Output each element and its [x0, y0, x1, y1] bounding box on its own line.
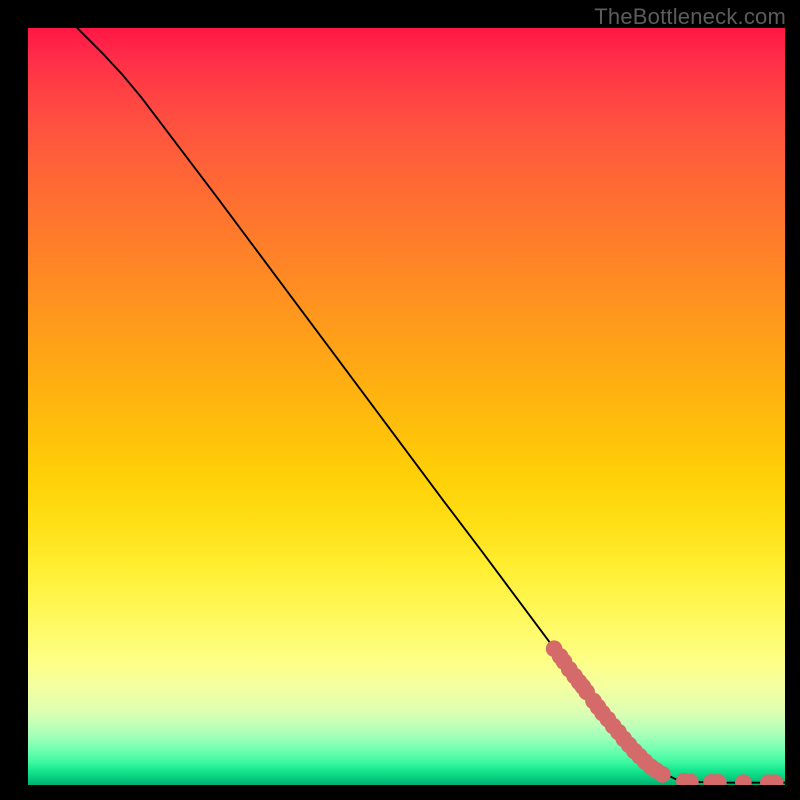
curve-line: [77, 28, 785, 783]
chart-area: [28, 28, 785, 785]
chart-svg: [28, 28, 785, 785]
watermark-text: TheBottleneck.com: [594, 4, 786, 30]
data-marker: [654, 766, 671, 783]
data-marker: [735, 774, 752, 785]
marker-group: [546, 640, 784, 785]
